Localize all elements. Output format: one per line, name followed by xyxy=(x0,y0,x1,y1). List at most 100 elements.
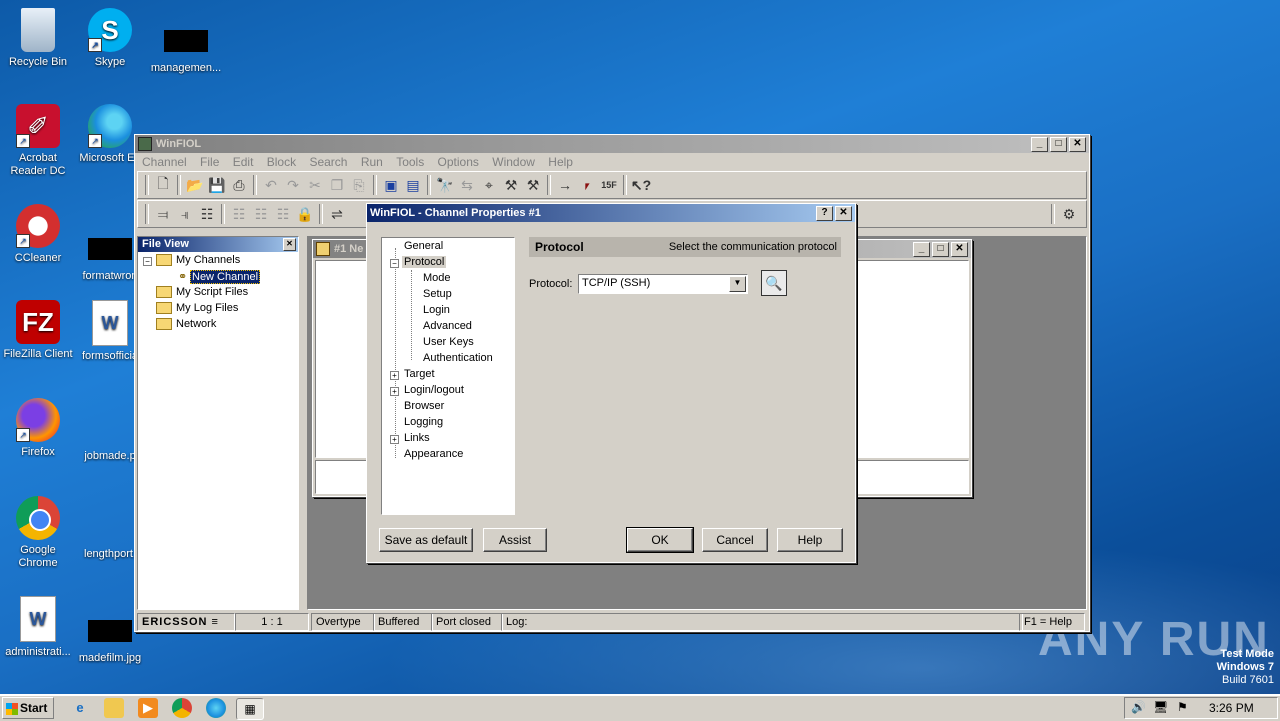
minimize-button[interactable]: _ xyxy=(1031,136,1048,152)
menu-channel[interactable]: Channel xyxy=(137,155,192,169)
menu-window[interactable]: Window xyxy=(487,155,540,169)
menu-search[interactable]: Search xyxy=(304,155,352,169)
menu-run[interactable]: Run xyxy=(356,155,388,169)
paste-icon[interactable]: ⎘ xyxy=(348,174,370,196)
tree-links[interactable]: Links xyxy=(404,432,430,444)
document-blue-icon[interactable]: ▣ xyxy=(380,174,402,196)
menu-file[interactable]: File xyxy=(195,155,224,169)
desktop-icon-acrobat[interactable]: ✐ ↗ Acrobat Reader DC xyxy=(0,104,76,178)
tree-collapse-toggle[interactable]: − xyxy=(143,257,152,266)
tree-item-my-log-files[interactable]: My Log Files xyxy=(156,302,238,315)
child-maximize-button[interactable]: □ xyxy=(932,241,949,257)
network-tray-icon[interactable]: 🖥 xyxy=(1153,700,1168,714)
connect-icon[interactable]: ⇌ xyxy=(326,203,348,225)
ok-button[interactable]: OK xyxy=(626,527,694,553)
desktop-icon-skype[interactable]: S ↗ Skype xyxy=(72,8,148,69)
arrow-right-icon[interactable]: → xyxy=(554,174,576,196)
open-folder-icon[interactable]: 📂 xyxy=(184,174,206,196)
menu-tools[interactable]: Tools xyxy=(391,155,429,169)
tree-login-logout-toggle[interactable]: + xyxy=(390,387,399,396)
tree-expand-icon[interactable]: ☷ xyxy=(250,203,272,225)
main-titlebar[interactable]: WinFIOL _ □ ✕ xyxy=(135,135,1089,153)
tree-mode[interactable]: Mode xyxy=(423,272,451,284)
tree-item-my-channels[interactable]: My Channels xyxy=(156,254,240,267)
align-right-icon[interactable]: ⫣ xyxy=(174,203,196,225)
tree-protocol-toggle[interactable]: − xyxy=(390,259,399,268)
tree-setup[interactable]: Setup xyxy=(423,288,452,300)
align-left-icon[interactable]: ⫤ xyxy=(152,203,174,225)
find-next-icon[interactable]: ⌖ xyxy=(478,174,500,196)
print-icon[interactable]: ⎙ xyxy=(228,174,250,196)
tree-collapse-icon[interactable]: ☷ xyxy=(228,203,250,225)
desktop-icon-ccleaner[interactable]: ↗ CCleaner xyxy=(0,204,76,265)
media-player-icon[interactable]: ▶ xyxy=(138,698,158,718)
tree-appearance[interactable]: Appearance xyxy=(404,448,463,460)
chrome-taskbar-icon[interactable] xyxy=(172,698,192,718)
find-binoculars-icon[interactable]: 🔭 xyxy=(434,174,456,196)
tree-item-network[interactable]: Network xyxy=(156,318,216,331)
redo-icon[interactable]: ↷ xyxy=(282,174,304,196)
hammer-icon[interactable]: ⚒ xyxy=(500,174,522,196)
hammer-alt-icon[interactable]: ⚒ xyxy=(522,174,544,196)
cut-icon[interactable]: ✂ xyxy=(304,174,326,196)
properties-icon[interactable]: ☷ xyxy=(196,203,218,225)
replace-icon[interactable]: ⇆ xyxy=(456,174,478,196)
copy-icon[interactable]: ❐ xyxy=(326,174,348,196)
child-minimize-button[interactable]: _ xyxy=(913,241,930,257)
cancel-button[interactable]: Cancel xyxy=(702,528,768,552)
child-close-button[interactable]: ✕ xyxy=(951,241,968,257)
tree-protocol[interactable]: Protocol xyxy=(402,256,447,268)
tree-login-logout[interactable]: Login/logout xyxy=(404,384,464,396)
edge-taskbar-icon[interactable] xyxy=(206,698,226,718)
save-icon[interactable]: 💾 xyxy=(206,174,228,196)
tree-advanced[interactable]: Advanced xyxy=(423,320,472,332)
menu-options[interactable]: Options xyxy=(433,155,484,169)
protocol-select[interactable]: TCP/IP (SSH) ▼ xyxy=(578,274,748,294)
volume-icon[interactable]: 🔊 xyxy=(1131,700,1146,714)
tree-login[interactable]: Login xyxy=(423,304,450,316)
tree-authentication[interactable]: Authentication xyxy=(423,352,493,364)
desktop-icon-administrati[interactable]: W administrati... xyxy=(0,596,76,659)
explorer-icon[interactable] xyxy=(104,698,124,718)
tree-item-new-channel[interactable]: ⚭ New Channel xyxy=(178,270,261,284)
desktop-icon-filezilla[interactable]: FZ FileZilla Client xyxy=(0,300,76,361)
tree-logging[interactable]: Logging xyxy=(404,416,443,428)
dialog-close-button[interactable]: ✕ xyxy=(835,205,852,221)
tree-browser[interactable]: Browser xyxy=(404,400,444,412)
context-help-icon[interactable]: ↖? xyxy=(630,174,652,196)
tree-item-my-script-files[interactable]: My Script Files xyxy=(156,286,248,299)
tree-user-keys[interactable]: User Keys xyxy=(423,336,474,348)
tree-target-toggle[interactable]: + xyxy=(390,371,399,380)
undo-icon[interactable]: ↶ xyxy=(260,174,282,196)
new-channel-icon[interactable]: 🗋 xyxy=(152,174,174,196)
start-button[interactable]: Start xyxy=(2,697,54,719)
log-icon[interactable]: ⎖ xyxy=(576,174,598,196)
menu-block[interactable]: Block xyxy=(262,155,301,169)
winfiol-taskbar-button[interactable]: ▦ xyxy=(236,698,264,720)
clock[interactable]: 3:26 PM xyxy=(1209,701,1254,715)
ie-icon[interactable]: e xyxy=(70,698,90,718)
menu-edit[interactable]: Edit xyxy=(228,155,259,169)
timer-15f-icon[interactable]: 15F xyxy=(598,174,620,196)
lock-icon[interactable]: 🔒 xyxy=(294,203,316,225)
dialog-help-button[interactable]: ? xyxy=(816,205,833,221)
assist-button[interactable]: Assist xyxy=(483,528,547,552)
tree-target[interactable]: Target xyxy=(404,368,435,380)
desktop-icon-firefox[interactable]: ↗ Firefox xyxy=(0,398,76,459)
tree-general[interactable]: General xyxy=(404,240,443,252)
menu-help[interactable]: Help xyxy=(543,155,578,169)
chevron-down-icon[interactable]: ▼ xyxy=(729,276,746,292)
desktop-icon-chrome[interactable]: Google Chrome xyxy=(0,496,76,570)
network-settings-icon[interactable]: ⚙ xyxy=(1058,203,1080,225)
network-icon[interactable]: ☷ xyxy=(272,203,294,225)
save-as-default-button[interactable]: Save as default xyxy=(379,528,473,552)
dialog-titlebar[interactable]: WinFIOL - Channel Properties #1 ? ✕ xyxy=(367,204,855,222)
document-list-icon[interactable]: ▤ xyxy=(402,174,424,196)
flag-icon[interactable]: ⚑ xyxy=(1177,700,1188,714)
tree-links-toggle[interactable]: + xyxy=(390,435,399,444)
help-button[interactable]: Help xyxy=(777,528,843,552)
desktop-icon-recycle-bin[interactable]: Recycle Bin xyxy=(0,8,76,69)
desktop-icon-managemen[interactable]: managemen... xyxy=(148,20,224,75)
protocol-info-icon[interactable]: 🔍 xyxy=(761,270,787,296)
file-view-close-button[interactable]: ✕ xyxy=(283,238,296,251)
